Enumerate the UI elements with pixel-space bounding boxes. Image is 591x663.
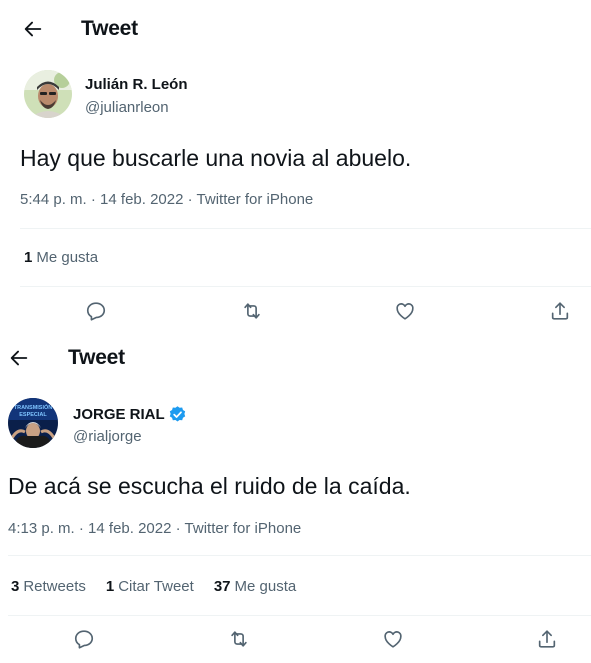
stat-number: 1: [105, 578, 115, 595]
share-icon[interactable]: [549, 300, 573, 324]
meta-separator: ·: [187, 191, 197, 208]
stat-likes[interactable]: 37 Me gusta: [214, 578, 296, 595]
stat-quotes[interactable]: 1 Citar Tweet: [106, 578, 194, 595]
reply-icon[interactable]: [73, 628, 97, 652]
tweet-header: Tweet: [8, 343, 125, 373]
divider: [8, 555, 591, 556]
stat-label: Retweets: [23, 578, 86, 595]
reply-icon[interactable]: [85, 300, 109, 324]
tweet-date[interactable]: 14 feb. 2022: [88, 520, 171, 537]
action-bar: [0, 628, 591, 654]
meta-separator: ·: [78, 520, 89, 537]
author-name-text: Julián R. León: [85, 76, 188, 93]
stat-likes[interactable]: 1 Me gusta: [24, 249, 98, 266]
stat-label: Me gusta: [36, 249, 99, 266]
tweet-source[interactable]: Twitter for iPhone: [197, 191, 314, 208]
tweet-card-2: Tweet TRANSMISIÓN ESPECIAL JORGE RIAL @r…: [0, 330, 591, 663]
stat-number: 37: [213, 578, 231, 595]
share-icon[interactable]: [536, 628, 560, 652]
action-bar: [0, 300, 591, 326]
tweet-text: Hay que buscarle una novia al abuelo.: [20, 145, 412, 171]
tweet-source[interactable]: Twitter for iPhone: [185, 520, 302, 537]
tweet-meta: 4:13 p. m. · 14 feb. 2022 · Twitter for …: [8, 520, 301, 537]
tweet-header: Tweet: [22, 14, 138, 44]
stat-retweets[interactable]: 3 Retweets: [11, 578, 86, 595]
divider: [20, 228, 591, 229]
stat-label: Me gusta: [234, 578, 297, 595]
heart-icon[interactable]: [394, 300, 418, 324]
author-handle[interactable]: @julianrleon: [85, 99, 169, 116]
author-name-text: JORGE RIAL: [73, 406, 165, 423]
tweet-time[interactable]: 4:13 p. m.: [8, 520, 75, 537]
tweet-text: De acá se escucha el ruido de la caída.: [8, 473, 411, 499]
avatar-banner-line1: TRANSMISIÓN: [14, 403, 53, 411]
tweet-meta: 5:44 p. m. · 14 feb. 2022 · Twitter for …: [20, 191, 313, 208]
stat-label: Citar Tweet: [118, 578, 194, 595]
meta-separator: ·: [90, 191, 101, 208]
avatar[interactable]: TRANSMISIÓN ESPECIAL: [8, 398, 58, 448]
arrow-left-icon[interactable]: [8, 347, 30, 369]
tweet-stats: 1 Me gusta: [24, 249, 118, 266]
author-name[interactable]: Julián R. León: [85, 76, 188, 93]
meta-separator: ·: [175, 520, 185, 537]
verified-badge-icon: [168, 405, 187, 424]
stat-number: 1: [24, 249, 33, 266]
tweet-date[interactable]: 14 feb. 2022: [100, 191, 183, 208]
tweet-card-1: Tweet Julián R. León @julianrleon Hay qu…: [0, 0, 591, 330]
retweet-icon[interactable]: [228, 628, 252, 652]
divider: [8, 615, 591, 616]
retweet-icon[interactable]: [241, 300, 265, 324]
avatar[interactable]: [24, 70, 72, 118]
arrow-left-icon[interactable]: [22, 18, 44, 40]
tweet-stats: 3 Retweets 1 Citar Tweet 37 Me gusta: [11, 578, 316, 595]
divider: [20, 286, 591, 287]
page-title: Tweet: [68, 346, 125, 369]
author-handle[interactable]: @rialjorge: [73, 428, 142, 445]
tweet-time[interactable]: 5:44 p. m.: [20, 191, 87, 208]
stat-number: 3: [11, 578, 20, 595]
heart-icon[interactable]: [382, 628, 406, 652]
page-title: Tweet: [81, 17, 138, 40]
avatar-banner-line2: ESPECIAL: [19, 412, 47, 418]
author-name[interactable]: JORGE RIAL: [73, 405, 187, 424]
